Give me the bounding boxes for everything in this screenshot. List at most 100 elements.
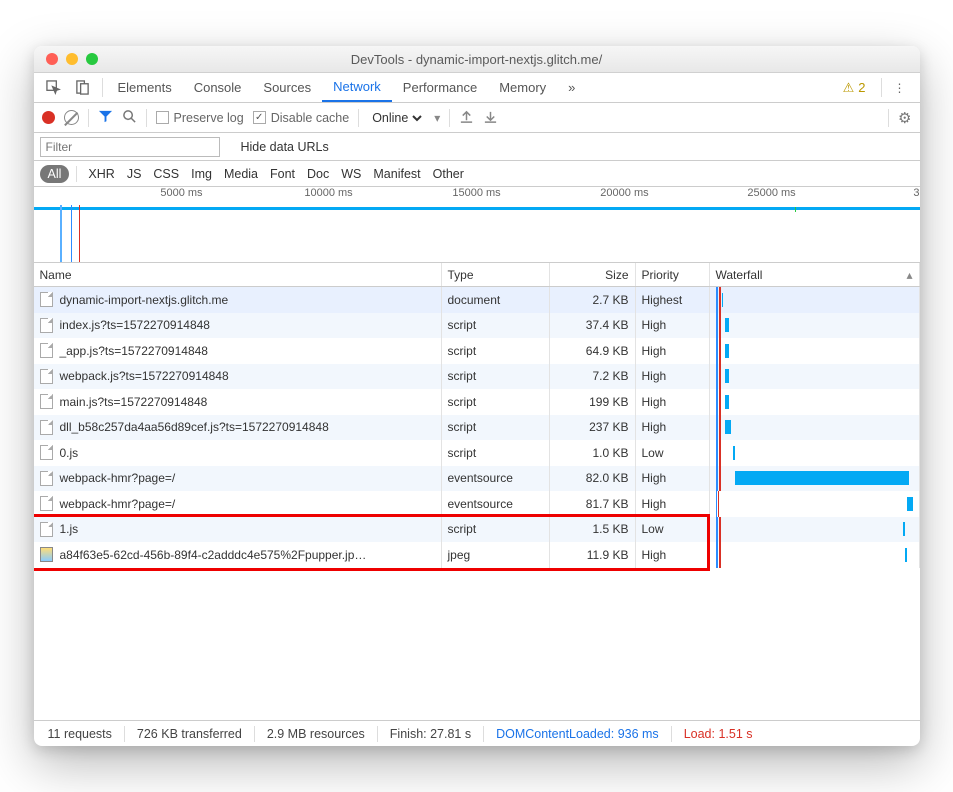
- table-row[interactable]: 1.jsscript1.5 KBLow: [34, 517, 920, 543]
- close-button[interactable]: [46, 53, 58, 65]
- col-type[interactable]: Type: [442, 263, 550, 286]
- throttle-select[interactable]: Online: [368, 110, 425, 126]
- row-waterfall: [710, 517, 920, 543]
- clear-button[interactable]: [64, 110, 79, 125]
- type-filter-doc[interactable]: Doc: [303, 165, 333, 183]
- device-icon[interactable]: [68, 73, 98, 102]
- table-row[interactable]: webpack.js?ts=1572270914848script7.2 KBH…: [34, 364, 920, 390]
- maximize-button[interactable]: [86, 53, 98, 65]
- col-size[interactable]: Size: [550, 263, 636, 286]
- row-waterfall: [710, 440, 920, 466]
- download-har-icon[interactable]: [483, 109, 498, 127]
- settings-icon[interactable]: ⚙: [898, 109, 911, 127]
- col-priority[interactable]: Priority: [636, 263, 710, 286]
- status-transferred: 726 KB transferred: [133, 727, 246, 741]
- warnings-button[interactable]: ⚠ 2: [832, 73, 877, 102]
- table-row[interactable]: a84f63e5-62cd-456b-89f4-c2adddc4e575%2Fp…: [34, 542, 920, 568]
- type-filter-manifest[interactable]: Manifest: [369, 165, 424, 183]
- type-filter-xhr[interactable]: XHR: [84, 165, 118, 183]
- tab-elements[interactable]: Elements: [107, 73, 183, 102]
- file-icon: [40, 343, 53, 358]
- row-size: 237 KB: [550, 415, 636, 441]
- disable-cache-checkbox[interactable]: Disable cache: [253, 111, 350, 125]
- row-size: 81.7 KB: [550, 491, 636, 517]
- tab-sources[interactable]: Sources: [252, 73, 322, 102]
- row-size: 7.2 KB: [550, 364, 636, 390]
- warning-icon: ⚠: [843, 80, 855, 96]
- timeline-overview[interactable]: 5000 ms10000 ms15000 ms20000 ms25000 ms3…: [34, 187, 920, 263]
- filter-toggle-icon[interactable]: [98, 109, 113, 127]
- row-priority: High: [636, 491, 710, 517]
- preserve-log-checkbox[interactable]: Preserve log: [156, 111, 244, 125]
- row-name: 0.js: [60, 446, 79, 460]
- type-filter-other[interactable]: Other: [429, 165, 468, 183]
- row-type: eventsource: [442, 466, 550, 492]
- timeline-tick: 25000 ms: [747, 187, 795, 199]
- row-waterfall: [710, 542, 920, 568]
- hide-data-urls-checkbox[interactable]: Hide data URLs: [236, 140, 329, 154]
- row-size: 82.0 KB: [550, 466, 636, 492]
- timeline-tick: 5000 ms: [160, 187, 202, 199]
- table-row[interactable]: webpack-hmr?page=/eventsource81.7 KBHigh: [34, 491, 920, 517]
- table-row[interactable]: index.js?ts=1572270914848script37.4 KBHi…: [34, 313, 920, 339]
- row-priority: High: [636, 389, 710, 415]
- col-name[interactable]: Name: [34, 263, 442, 286]
- titlebar[interactable]: DevTools - dynamic-import-nextjs.glitch.…: [34, 46, 920, 73]
- devtools-window: DevTools - dynamic-import-nextjs.glitch.…: [34, 46, 920, 746]
- network-toolbar: Preserve log Disable cache Online ▾ ⚙: [34, 103, 920, 133]
- col-waterfall[interactable]: Waterfall: [710, 263, 920, 286]
- table-row[interactable]: _app.js?ts=1572270914848script64.9 KBHig…: [34, 338, 920, 364]
- status-bar: 11 requests 726 KB transferred 2.9 MB re…: [34, 720, 920, 746]
- table-row[interactable]: main.js?ts=1572270914848script199 KBHigh: [34, 389, 920, 415]
- row-type: script: [442, 440, 550, 466]
- type-filter-js[interactable]: JS: [123, 165, 146, 183]
- menu-icon[interactable]: ⋮: [886, 73, 914, 102]
- row-size: 1.5 KB: [550, 517, 636, 543]
- inspect-icon[interactable]: [40, 73, 68, 102]
- row-type: eventsource: [442, 491, 550, 517]
- search-icon[interactable]: [122, 109, 137, 127]
- row-priority: High: [636, 415, 710, 441]
- row-priority: High: [636, 542, 710, 568]
- tab-network[interactable]: Network: [322, 73, 392, 102]
- filter-input[interactable]: [40, 137, 220, 157]
- record-button[interactable]: [42, 111, 55, 124]
- table-row[interactable]: 0.jsscript1.0 KBLow: [34, 440, 920, 466]
- timeline-tick: 30: [913, 187, 919, 199]
- row-priority: High: [636, 466, 710, 492]
- status-finish: Finish: 27.81 s: [386, 727, 475, 741]
- type-filter-all[interactable]: All: [40, 165, 70, 183]
- table-body[interactable]: dynamic-import-nextjs.glitch.medocument2…: [34, 287, 920, 720]
- table-row[interactable]: dll_b58c257da4aa56d89cef.js?ts=157227091…: [34, 415, 920, 441]
- row-type: script: [442, 517, 550, 543]
- row-type: script: [442, 389, 550, 415]
- more-tabs-button[interactable]: »: [557, 73, 586, 102]
- type-filter-css[interactable]: CSS: [149, 165, 183, 183]
- tab-memory[interactable]: Memory: [488, 73, 557, 102]
- row-priority: Highest: [636, 287, 710, 313]
- row-name: dynamic-import-nextjs.glitch.me: [60, 293, 229, 307]
- row-priority: Low: [636, 440, 710, 466]
- tab-performance[interactable]: Performance: [392, 73, 488, 102]
- file-icon: [40, 318, 53, 333]
- file-icon: [40, 420, 53, 435]
- row-waterfall: [710, 491, 920, 517]
- row-priority: Low: [636, 517, 710, 543]
- table-header: Name Type Size Priority Waterfall: [34, 263, 920, 287]
- row-size: 11.9 KB: [550, 542, 636, 568]
- tab-console[interactable]: Console: [183, 73, 253, 102]
- row-type: script: [442, 313, 550, 339]
- type-filter-media[interactable]: Media: [220, 165, 262, 183]
- type-filter-ws[interactable]: WS: [337, 165, 365, 183]
- minimize-button[interactable]: [66, 53, 78, 65]
- file-icon: [40, 394, 53, 409]
- type-filter-font[interactable]: Font: [266, 165, 299, 183]
- row-type: jpeg: [442, 542, 550, 568]
- table-row[interactable]: webpack-hmr?page=/eventsource82.0 KBHigh: [34, 466, 920, 492]
- upload-har-icon[interactable]: [459, 109, 474, 127]
- status-resources: 2.9 MB resources: [263, 727, 369, 741]
- file-icon: [40, 547, 53, 562]
- type-filter-img[interactable]: Img: [187, 165, 216, 183]
- table-row[interactable]: dynamic-import-nextjs.glitch.medocument2…: [34, 287, 920, 313]
- row-waterfall: [710, 313, 920, 339]
